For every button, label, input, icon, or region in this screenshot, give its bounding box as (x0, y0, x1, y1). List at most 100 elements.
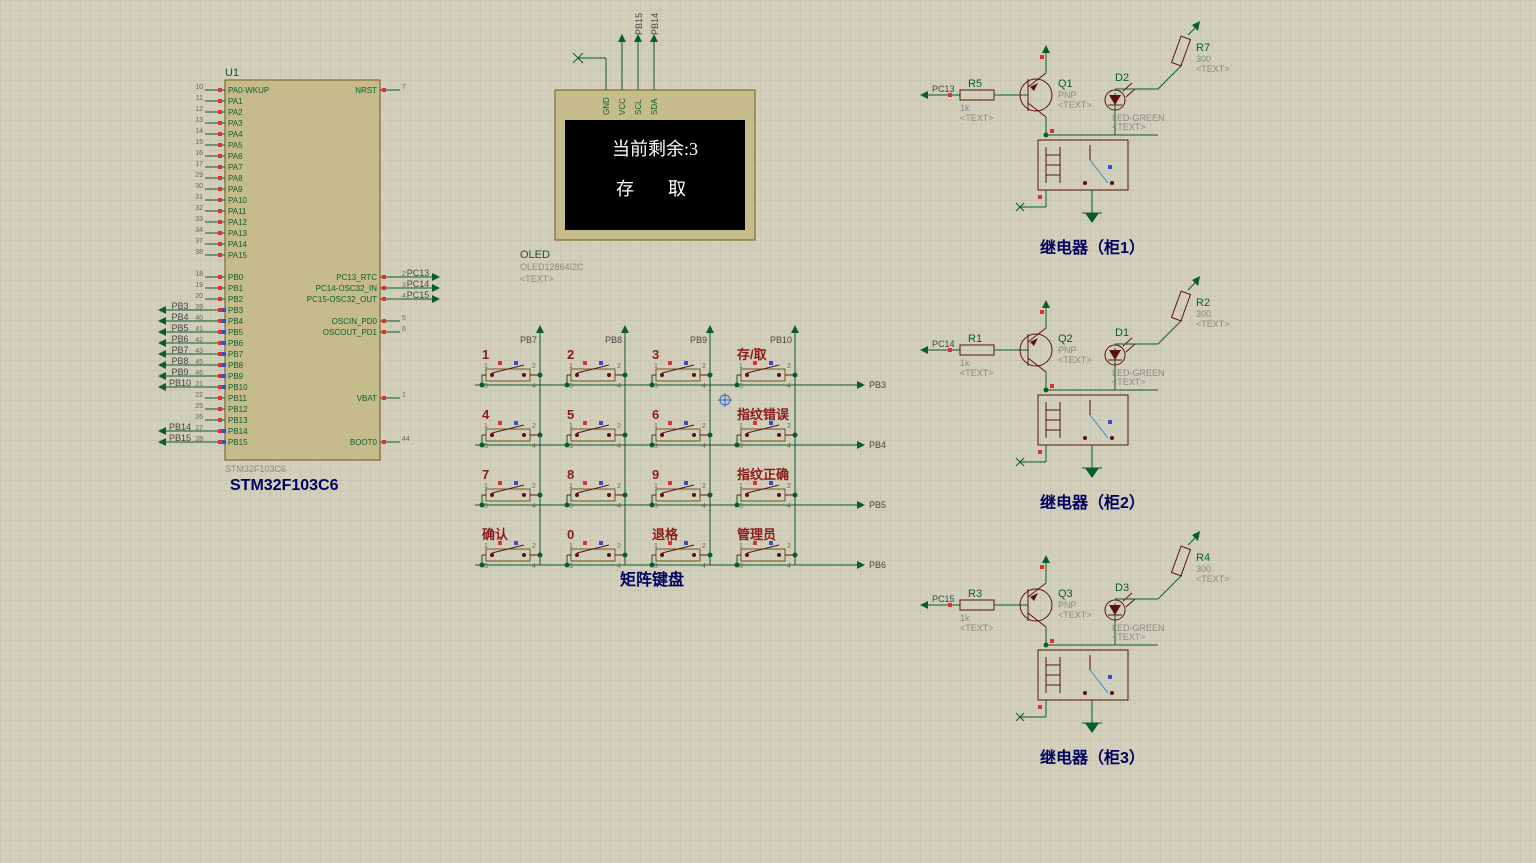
svg-text:300: 300 (1196, 309, 1211, 319)
svg-text:2: 2 (617, 423, 621, 430)
svg-text:PB9: PB9 (171, 367, 188, 377)
svg-text:44: 44 (402, 436, 410, 443)
svg-text:PC13: PC13 (932, 84, 955, 94)
svg-text:PB3: PB3 (171, 301, 188, 311)
svg-text:2: 2 (617, 543, 621, 550)
svg-text:3: 3 (569, 383, 573, 390)
svg-text:PA9: PA9 (228, 185, 243, 194)
svg-text:VBAT: VBAT (357, 394, 377, 403)
svg-text:15: 15 (195, 139, 203, 146)
svg-text:<TEXT>: <TEXT> (1058, 355, 1092, 365)
svg-text:12: 12 (195, 106, 203, 113)
svg-text:3: 3 (484, 443, 488, 450)
svg-text:3: 3 (569, 563, 573, 570)
svg-text:20: 20 (195, 293, 203, 300)
keypad-button[interactable]: 1234指纹正确 (735, 467, 798, 510)
svg-text:<TEXT>: <TEXT> (1196, 64, 1230, 74)
keypad-button[interactable]: 12346 (650, 407, 713, 450)
keypad-button[interactable]: 12343 (650, 347, 713, 390)
keypad-button[interactable]: 12348 (565, 467, 628, 510)
svg-text:<TEXT>: <TEXT> (1112, 377, 1146, 387)
keypad-button[interactable]: 1234管理员 (735, 527, 798, 570)
keypad-button[interactable]: 1 2 3 4 0 (565, 527, 628, 570)
svg-text:33: 33 (195, 216, 203, 223)
svg-text:PB8: PB8 (171, 356, 188, 366)
svg-text:3: 3 (654, 503, 658, 510)
keypad-button[interactable]: 12345 (565, 407, 628, 450)
keypad-button[interactable]: 1234存/取 (735, 347, 798, 390)
svg-text:PA7: PA7 (228, 163, 243, 172)
keypad-button[interactable]: 1234确认 (480, 527, 543, 570)
svg-text:PA1: PA1 (228, 97, 243, 106)
svg-text:10: 10 (195, 84, 203, 91)
svg-text:PA11: PA11 (228, 207, 247, 216)
svg-text:D3: D3 (1115, 582, 1129, 594)
svg-text:PA2: PA2 (228, 108, 243, 117)
svg-text:26: 26 (195, 414, 203, 421)
svg-text:PC15: PC15 (407, 290, 430, 300)
svg-text:<TEXT>: <TEXT> (960, 113, 994, 123)
svg-text:<TEXT>: <TEXT> (1058, 610, 1092, 620)
svg-text:SDA: SDA (650, 98, 659, 115)
svg-text:29: 29 (195, 172, 203, 179)
svg-text:22: 22 (195, 392, 203, 399)
key-label: 存/取 (737, 347, 768, 362)
keypad-button[interactable]: 12349 (650, 467, 713, 510)
mcu-component[interactable]: U1 STM32F103C6 STM32F103C6 PA0-WKUP10PA1… (158, 67, 440, 494)
keypad-button[interactable]: 12341 (480, 347, 543, 390)
svg-text:3: 3 (484, 563, 488, 570)
svg-text:PB8: PB8 (605, 335, 622, 345)
keypad-button[interactable]: 1234指纹错误 (735, 407, 798, 450)
svg-text:11: 11 (196, 95, 203, 102)
oled-text-placeholder: <TEXT> (520, 274, 554, 284)
svg-text:R4: R4 (1196, 552, 1210, 564)
svg-text:PB4: PB4 (869, 440, 886, 450)
svg-text:5: 5 (402, 315, 406, 322)
svg-text:PB10: PB10 (228, 383, 248, 392)
key-label: 6 (652, 407, 659, 422)
keypad-button[interactable]: 12347 (480, 467, 543, 510)
key-label: 确认 (482, 527, 509, 542)
key-label: 5 (567, 407, 574, 422)
svg-text:PA4: PA4 (228, 130, 243, 139)
keypad-button[interactable]: 12342 (565, 347, 628, 390)
key-label: 8 (567, 467, 574, 482)
key-label: 0 (567, 527, 574, 542)
svg-text:4: 4 (702, 503, 706, 510)
svg-text:PB0: PB0 (228, 273, 244, 282)
svg-text:PB14: PB14 (228, 427, 248, 436)
key-label: 退格 (652, 527, 679, 542)
svg-text:3: 3 (739, 563, 743, 570)
schematic-canvas: U1 STM32F103C6 STM32F103C6 PA0-WKUP10PA1… (0, 0, 1536, 860)
oled-component[interactable]: 当前剩余:3 存 取 GNDVCCSCLSDA OLED OLED12864I2… (520, 13, 755, 284)
svg-text:1: 1 (654, 363, 658, 370)
svg-text:PNP: PNP (1058, 90, 1077, 100)
svg-text:GND: GND (602, 97, 611, 115)
svg-text:<TEXT>: <TEXT> (1058, 100, 1092, 110)
svg-text:R1: R1 (968, 333, 982, 345)
svg-text:PC15-OSC32_OUT: PC15-OSC32_OUT (307, 295, 377, 304)
svg-text:PA0-WKUP: PA0-WKUP (228, 86, 269, 95)
key-label: 4 (482, 407, 490, 422)
keypad-button[interactable]: 12344 (480, 407, 543, 450)
svg-text:1: 1 (569, 543, 573, 550)
svg-text:PA6: PA6 (228, 152, 243, 161)
svg-text:4: 4 (617, 443, 621, 450)
svg-text:Q3: Q3 (1058, 588, 1073, 600)
svg-text:<TEXT>: <TEXT> (1196, 574, 1230, 584)
svg-text:4: 4 (617, 503, 621, 510)
svg-text:31: 31 (195, 194, 203, 201)
mcu-ref: U1 (225, 67, 239, 79)
svg-text:18: 18 (195, 271, 203, 278)
oled-part: OLED12864I2C (520, 262, 584, 272)
keypad-button[interactable]: 1234退格 (650, 527, 713, 570)
svg-text:4: 4 (617, 563, 621, 570)
svg-text:PA8: PA8 (228, 174, 243, 183)
svg-text:3: 3 (654, 443, 658, 450)
svg-text:2: 2 (702, 483, 706, 490)
svg-text:R7: R7 (1196, 42, 1210, 54)
svg-text:3: 3 (739, 443, 743, 450)
key-label: 1 (482, 347, 489, 362)
svg-text:PB3: PB3 (228, 306, 244, 315)
svg-text:1: 1 (654, 543, 658, 550)
